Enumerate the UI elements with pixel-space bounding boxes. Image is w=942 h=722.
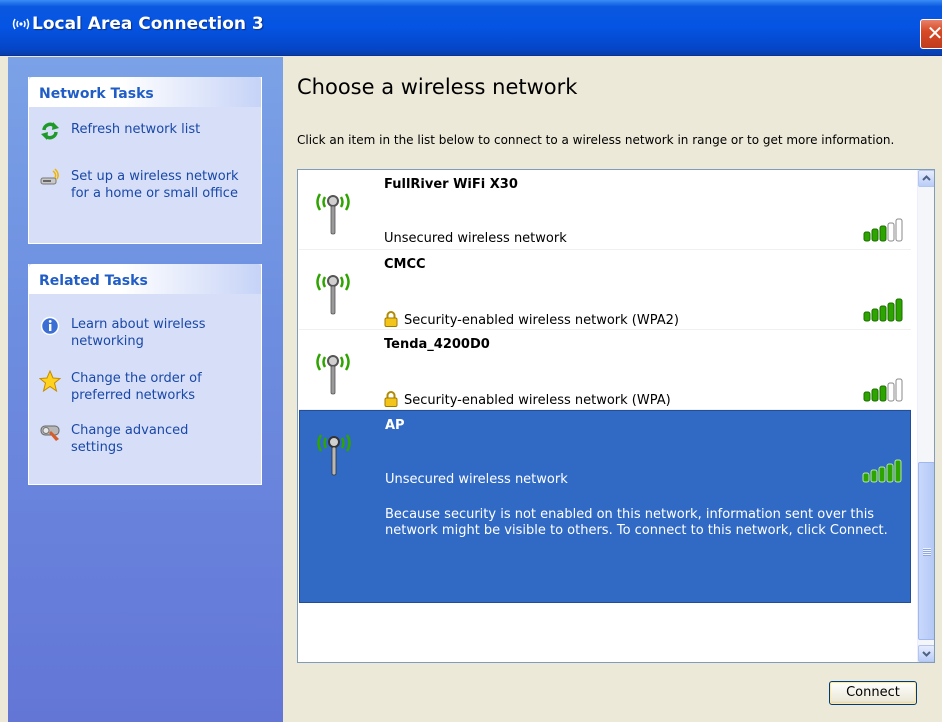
learn-wireless-label-line2: networking (71, 334, 144, 349)
signal-strength-icon (863, 298, 905, 322)
wireless-signal-icon (12, 16, 30, 34)
advanced-settings-icon (39, 422, 61, 444)
wireless-antenna-icon (314, 427, 354, 477)
network-status: Unsecured wireless network (385, 472, 568, 487)
scroll-up-button[interactable] (918, 170, 934, 187)
related-tasks-header[interactable]: Related Tasks (29, 264, 261, 294)
window-title: Local Area Connection 3 (32, 14, 264, 34)
wireless-antenna-icon (313, 346, 353, 396)
lock-icon (384, 391, 398, 407)
change-advanced-settings-link[interactable]: Change advanced settings (29, 422, 261, 456)
network-tasks-panel: Network Tasks Refresh network list Set u… (28, 77, 262, 244)
network-name: FullRiver WiFi X30 (384, 177, 518, 192)
left-task-pane: Network Tasks Refresh network list Set u… (8, 57, 283, 722)
network-status: Unsecured wireless network (384, 231, 567, 246)
wireless-antenna-icon (313, 186, 353, 236)
connect-button[interactable]: Connect (829, 681, 917, 705)
change-order-label-line2: preferred networks (71, 388, 196, 403)
main-pane: Choose a wireless network Click an item … (283, 57, 942, 722)
network-status-row: Security-enabled wireless network (WPA) (384, 391, 671, 408)
network-status: Security-enabled wireless network (WPA2) (404, 313, 679, 328)
page-title: Choose a wireless network (297, 75, 578, 99)
signal-strength-icon (863, 218, 905, 242)
network-status-row: Security-enabled wireless network (WPA2) (384, 311, 679, 328)
network-status: Security-enabled wireless network (WPA) (404, 393, 671, 408)
network-name: AP (385, 418, 405, 433)
network-name: Tenda_4200D0 (384, 337, 490, 352)
star-icon (38, 369, 62, 393)
signal-strength-icon (863, 378, 905, 402)
network-item-tenda-4200d0[interactable]: Tenda_4200D0 Security-enabled wireless n… (299, 330, 911, 410)
change-advanced-settings-label-line2: settings (71, 440, 123, 455)
wireless-network-list[interactable]: FullRiver WiFi X30 Unsecured wireless ne… (297, 169, 935, 663)
refresh-network-list-label: Refresh network list (71, 122, 201, 137)
learn-wireless-label-line1: Learn about wireless (71, 317, 206, 332)
scrollbar-grip (923, 548, 931, 556)
network-item-fullriver-wifi-x30[interactable]: FullRiver WiFi X30 Unsecured wireless ne… (299, 170, 911, 250)
refresh-network-list-link[interactable]: Refresh network list (29, 121, 261, 140)
network-item-ap[interactable]: AP Unsecured wireless network Because se… (299, 410, 911, 603)
change-order-link[interactable]: Change the order of preferred networks (29, 369, 261, 404)
title-bar[interactable]: Local Area Connection 3 ✕ (0, 0, 942, 56)
change-order-label-line1: Change the order of (71, 371, 202, 386)
setup-wireless-network-link[interactable]: Set up a wireless network for a home or … (29, 168, 261, 202)
wireless-setup-icon (39, 168, 61, 190)
close-button[interactable]: ✕ (920, 19, 942, 49)
signal-strength-icon (862, 459, 904, 483)
setup-wireless-network-label-line1: Set up a wireless network (71, 169, 239, 184)
info-icon (39, 316, 61, 338)
network-tasks-header[interactable]: Network Tasks (29, 77, 261, 107)
scrollbar-thumb[interactable] (918, 462, 934, 640)
lock-icon (384, 311, 398, 327)
learn-wireless-link[interactable]: Learn about wireless networking (29, 316, 261, 350)
network-item-cmcc[interactable]: CMCC Security-enabled wireless network (… (299, 250, 911, 330)
refresh-icon (39, 121, 61, 143)
network-name: CMCC (384, 257, 426, 272)
change-advanced-settings-label-line1: Change advanced (71, 423, 189, 438)
network-security-warning: Because security is not enabled on this … (385, 507, 888, 538)
page-description: Click an item in the list below to conne… (297, 133, 895, 147)
related-tasks-panel: Related Tasks Learn about wireless netwo… (28, 264, 262, 485)
scroll-down-button[interactable] (918, 645, 934, 662)
setup-wireless-network-label-line2: for a home or small office (71, 186, 238, 201)
network-list-scrollbar[interactable] (917, 170, 934, 662)
wireless-antenna-icon (313, 266, 353, 316)
